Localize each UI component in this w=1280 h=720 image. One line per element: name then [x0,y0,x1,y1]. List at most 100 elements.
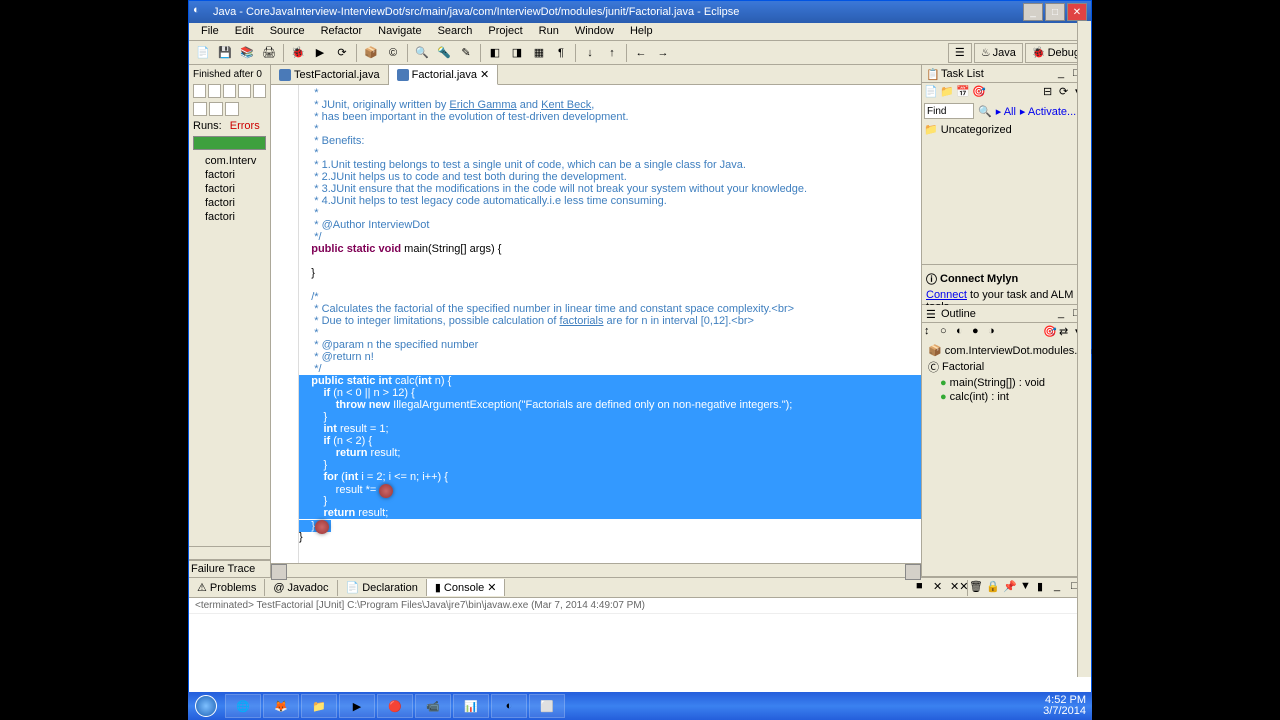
taskbar-app-icon[interactable]: 🔴 [377,694,413,718]
maximize-button[interactable]: □ [1045,3,1065,21]
menu-navigate[interactable]: Navigate [370,23,429,40]
search-icon[interactable]: 🔍 [978,105,992,118]
minimize-view-icon[interactable]: _ [1058,307,1072,321]
console-tab[interactable]: ▮Console ✕ [427,579,506,596]
outline-tree[interactable]: 📦com.InterviewDot.modules.junit ⒸFactori… [922,341,1091,406]
taskbar-app-icon[interactable]: 📹 [415,694,451,718]
stop-junit-icon[interactable] [253,84,266,98]
test-suite-item[interactable]: com.Interv [193,154,266,168]
package-item[interactable]: 📦com.InterviewDot.modules.junit [924,343,1089,358]
taskbar-firefox-icon[interactable]: 🦊 [263,694,299,718]
scroll-lock-icon[interactable]: 🔒 [986,580,1002,596]
open-type-button[interactable]: 🔍 [412,43,432,63]
new-class-button[interactable]: © [383,43,403,63]
hide-nonpublic-icon[interactable]: ● [972,325,986,339]
print-button[interactable]: 🖨 [259,43,279,63]
clear-console-icon[interactable]: 🗑 [969,580,985,596]
annotate-button[interactable]: ✎ [456,43,476,63]
close-tab-icon[interactable]: ✕ [487,581,496,594]
java-perspective[interactable]: ♨ Java [974,43,1023,63]
focus-icon[interactable]: 🎯 [972,85,986,99]
minimize-button[interactable]: _ [1023,3,1043,21]
task-find-input[interactable] [924,103,974,119]
minimize-view-icon[interactable]: _ [1058,67,1072,81]
run-button[interactable]: ▶ [310,43,330,63]
search-button[interactable]: 🔦 [434,43,454,63]
mark-occurrences-button[interactable]: ◨ [507,43,527,63]
junit-test-tree[interactable]: com.Interv factori factori factori facto… [191,152,268,226]
editor-gutter[interactable] [271,85,299,563]
forward-button[interactable]: → [653,43,673,63]
menu-run[interactable]: Run [531,23,567,40]
taskbar-eclipse-icon[interactable]: ◐ [491,694,527,718]
run-last-button[interactable]: ⟳ [332,43,352,63]
close-tab-icon[interactable]: ✕ [480,68,489,81]
hide-fields-icon[interactable]: ○ [940,325,954,339]
lock-scroll-icon[interactable] [193,102,207,116]
menu-refactor[interactable]: Refactor [313,23,371,40]
editor-tab-factorial[interactable]: Factorial.java ✕ [389,65,499,85]
test-item[interactable]: factori [193,210,266,224]
menu-file[interactable]: File [193,23,227,40]
test-item[interactable]: factori [193,182,266,196]
prev-annotation-button[interactable]: ↑ [602,43,622,63]
vertical-scrollbar[interactable] [1077,21,1091,677]
taskbar-ie-icon[interactable]: 🌐 [225,694,261,718]
method-item[interactable]: ●calc(int) : int [924,390,1089,404]
open-console-icon[interactable]: ▮ [1037,580,1053,596]
toggle-breadcrumb-button[interactable]: ◧ [485,43,505,63]
save-button[interactable]: 💾 [215,43,235,63]
all-link[interactable]: ▸ All [996,105,1016,118]
close-button[interactable]: ✕ [1067,3,1087,21]
collapse-icon[interactable]: ⊟ [1043,85,1057,99]
title-bar[interactable]: ◐ Java - CoreJavaInterview-InterviewDot/… [189,1,1091,23]
back-button[interactable]: ← [631,43,651,63]
class-item[interactable]: ⒸFactorial [924,358,1089,376]
horizontal-scrollbar[interactable] [271,563,921,577]
taskbar-media-icon[interactable]: ▶ [339,694,375,718]
next-failure-icon[interactable] [193,84,206,98]
layout-icon[interactable] [225,102,239,116]
code-editor[interactable]: * * JUnit, originally written by Erich G… [271,85,921,563]
uncategorized-item[interactable]: 📁 Uncategorized [924,123,1089,136]
new-button[interactable]: 📄 [193,43,213,63]
minimize-view-icon[interactable]: _ [1054,580,1070,596]
javadoc-tab[interactable]: @Javadoc [265,580,337,596]
editor-tab-testfactorial[interactable]: TestFactorial.java [271,65,389,84]
declaration-tab[interactable]: 📄Declaration [338,579,427,596]
taskbar-app-icon[interactable]: ⬜ [529,694,565,718]
prev-failure-icon[interactable] [208,84,221,98]
taskbar-powerpoint-icon[interactable]: 📊 [453,694,489,718]
test-item[interactable]: factori [193,168,266,182]
display-console-icon[interactable]: ▼ [1020,580,1036,596]
remove-launch-icon[interactable]: ✕ [933,580,949,596]
rerun-test-icon[interactable] [223,84,236,98]
next-annotation-button[interactable]: ↓ [580,43,600,63]
start-button[interactable] [188,692,224,720]
history-icon[interactable] [209,102,223,116]
method-item[interactable]: ●main(String[]) : void [924,376,1089,390]
link-editor-icon[interactable]: ⇄ [1059,325,1073,339]
pin-console-icon[interactable]: 📌 [1003,580,1019,596]
junit-scrollbar[interactable] [189,546,270,560]
menu-window[interactable]: Window [567,23,622,40]
open-perspective-button[interactable]: ☰ [948,43,972,63]
connect-link[interactable]: Connect [926,289,967,301]
block-selection-button[interactable]: ▦ [529,43,549,63]
synchronize-icon[interactable]: ⟳ [1059,85,1073,99]
hide-static-icon[interactable]: ◐ [956,325,970,339]
system-tray[interactable]: 4:52 PM 3/7/2014 [1037,695,1092,717]
menu-search[interactable]: Search [430,23,481,40]
hide-local-icon[interactable]: ◑ [988,325,1002,339]
new-package-button[interactable]: 📦 [361,43,381,63]
show-whitespace-button[interactable]: ¶ [551,43,571,63]
test-item[interactable]: factori [193,196,266,210]
menu-project[interactable]: Project [480,23,530,40]
sort-icon[interactable]: ↕ [924,325,938,339]
console-output[interactable] [189,614,1091,697]
remove-all-icon[interactable]: ✕✕ [950,580,966,596]
categorize-icon[interactable]: 📁 [940,85,954,99]
menu-help[interactable]: Help [622,23,661,40]
terminate-icon[interactable]: ■ [916,580,932,596]
menu-edit[interactable]: Edit [227,23,262,40]
